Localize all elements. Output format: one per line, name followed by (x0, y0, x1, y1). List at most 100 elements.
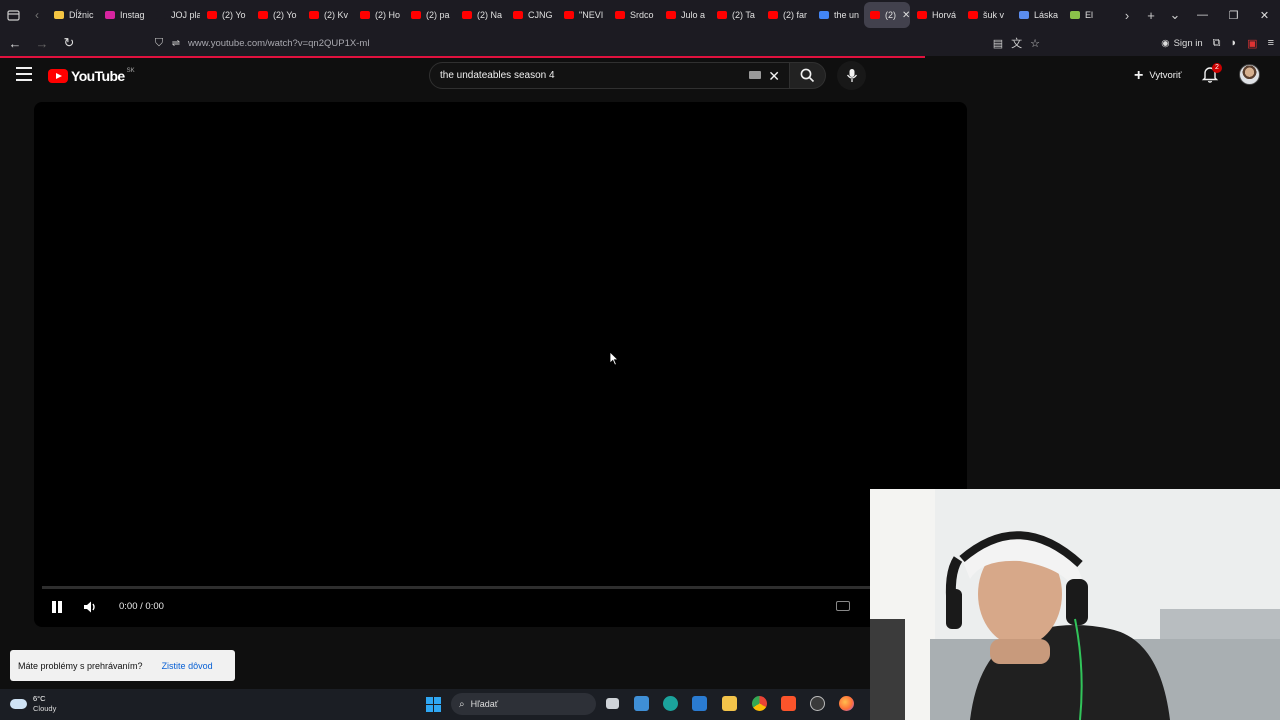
brave-icon[interactable] (781, 696, 796, 711)
guide-menu-icon[interactable] (16, 67, 32, 83)
voice-search-button[interactable] (837, 61, 866, 90)
player-controls: 0:00 / 0:00 (34, 595, 967, 619)
learn-why-link[interactable]: Zistite dôvod (162, 661, 213, 671)
tab-label: Horvá (932, 10, 957, 20)
browser-tab[interactable]: "NEVI (558, 2, 608, 28)
tracking-protection-icon[interactable]: ⛉ (150, 37, 168, 50)
store-icon[interactable] (634, 696, 649, 711)
avatar[interactable] (1239, 64, 1260, 85)
browser-tab[interactable]: Láska (1013, 2, 1063, 28)
browser-tab[interactable]: (2) Yo (201, 2, 251, 28)
pause-button[interactable] (50, 600, 64, 614)
new-tab-button[interactable]: + (1139, 8, 1163, 23)
extension-icon[interactable]: ◗ (1231, 37, 1238, 49)
browser-tab[interactable]: Julo a (660, 2, 710, 28)
playback-problem-toast: Máte problémy s prehrávaním? Zistite dôv… (10, 650, 235, 681)
keyboard-icon[interactable] (749, 71, 761, 79)
youtube-icon (207, 11, 217, 19)
search-input[interactable]: the undateables season 4 ✕ (429, 62, 790, 89)
tab-label: (2) far (783, 10, 808, 20)
browser-tab[interactable]: (2) far (762, 2, 812, 28)
browser-tab[interactable]: (2) Yo (252, 2, 302, 28)
restore-icon[interactable]: ❐ (1218, 9, 1249, 22)
browser-tab[interactable]: JOJ play (150, 2, 200, 28)
search-button[interactable] (790, 62, 826, 89)
file-explorer-icon[interactable] (722, 696, 737, 711)
browser-tab[interactable]: (2) Ta (711, 2, 761, 28)
taskbar-search-input[interactable]: ⌕ Hľadať (451, 693, 596, 715)
youtube-icon (917, 11, 927, 19)
account-icon: ◉ (1161, 37, 1170, 49)
clear-search-icon[interactable]: ✕ (768, 68, 780, 85)
youtube-icon (968, 11, 978, 19)
search-query[interactable]: the undateables season 4 (440, 70, 555, 81)
browser-tab[interactable]: Horvá (911, 2, 961, 28)
youtube-icon (513, 11, 523, 19)
address-bar[interactable]: ⛉ ⇌ www.youtube.com/watch?v=qn2QUP1X-mI … (150, 32, 1050, 54)
photos-icon[interactable] (692, 696, 707, 711)
create-label: Vytvoriť (1149, 70, 1182, 81)
sign-in-button[interactable]: ◉ Sign in (1161, 38, 1202, 49)
search-icon: ⌕ (459, 698, 465, 710)
minimize-icon[interactable]: — (1187, 9, 1218, 21)
browser-tab[interactable]: šuk v (962, 2, 1012, 28)
create-button[interactable]: + Vytvoriť (1124, 63, 1192, 88)
close-tab-icon[interactable]: ✕ (902, 10, 910, 21)
tab-label: Dĺžnic (69, 10, 94, 20)
taskbar-search-placeholder: Hľadať (470, 699, 499, 709)
youtube-icon (309, 11, 319, 19)
browser-tab[interactable]: (2) pa (405, 2, 455, 28)
browser-tab[interactable]: (2) ✕ (864, 2, 910, 28)
back-icon[interactable]: ← (3, 36, 27, 51)
extension-badge-icon[interactable]: ▣ (1247, 37, 1257, 50)
youtube-icon (717, 11, 727, 19)
reload-icon[interactable]: ↻ (57, 35, 81, 51)
obs-icon[interactable] (810, 696, 825, 711)
task-view-icon[interactable] (606, 698, 619, 709)
youtube-logo[interactable]: YouTube SK (48, 68, 135, 84)
google-icon (819, 11, 829, 19)
tab-label: (2) Kv (324, 10, 349, 20)
scroll-tabs-left-icon[interactable]: ‹ (26, 8, 48, 22)
youtube-icon (564, 11, 574, 19)
translate-icon[interactable]: 文 (1011, 35, 1022, 51)
firefox-icon[interactable] (839, 696, 854, 711)
video-progress-bar[interactable] (42, 586, 958, 589)
browser-tab-strip: ‹ Dĺžnic Instag JOJ play (2) Yo (2) Yo (2) Kv… (0, 0, 1280, 30)
video-player[interactable]: 0:00 / 0:00 (34, 102, 967, 627)
edge-icon[interactable] (663, 696, 678, 711)
menu-icon[interactable]: ≡ (1268, 37, 1274, 49)
browser-tab[interactable]: Dĺžnic (48, 2, 98, 28)
browser-tab[interactable]: El (1064, 2, 1114, 28)
browser-tab[interactable]: (2) Ho (354, 2, 404, 28)
notifications-button[interactable]: 2 (1201, 63, 1222, 85)
volume-icon[interactable] (82, 599, 98, 615)
browser-tab[interactable]: (2) Kv (303, 2, 353, 28)
browser-tab[interactable]: (2) Na (456, 2, 506, 28)
tab-label: (2) Na (477, 10, 503, 20)
tab-label: (2) pa (426, 10, 450, 20)
browser-tab[interactable]: the un (813, 2, 863, 28)
bookmark-star-icon[interactable]: ☆ (1030, 37, 1040, 50)
browser-tab[interactable]: Srdco (609, 2, 659, 28)
subtitles-icon[interactable] (836, 601, 850, 611)
leaf-icon (1070, 11, 1080, 19)
tab-list-icon[interactable] (0, 0, 26, 30)
reader-view-icon[interactable]: ▤ (993, 37, 1003, 50)
weather-widget[interactable]: 6°C Cloudy (10, 694, 56, 714)
chrome-icon[interactable] (752, 696, 767, 711)
instagram-icon (105, 11, 115, 19)
tab-label: Srdco (630, 10, 654, 20)
browser-tab[interactable]: Instag (99, 2, 149, 28)
tab-label: Instag (120, 10, 145, 20)
youtube-icon (768, 11, 778, 19)
forward-icon[interactable]: → (30, 36, 54, 51)
url-text[interactable]: www.youtube.com/watch?v=qn2QUP1X-mI (188, 38, 370, 49)
site-permissions-icon[interactable]: ⇌ (168, 38, 184, 49)
extensions-icon[interactable]: ⧉ (1213, 37, 1221, 50)
windows-start-icon[interactable] (426, 697, 441, 712)
browser-tab[interactable]: CJNG (507, 2, 557, 28)
list-all-tabs-icon[interactable]: ⌄ (1163, 7, 1187, 23)
close-window-icon[interactable]: ✕ (1249, 9, 1280, 22)
scroll-tabs-right-icon[interactable]: › (1115, 8, 1139, 23)
